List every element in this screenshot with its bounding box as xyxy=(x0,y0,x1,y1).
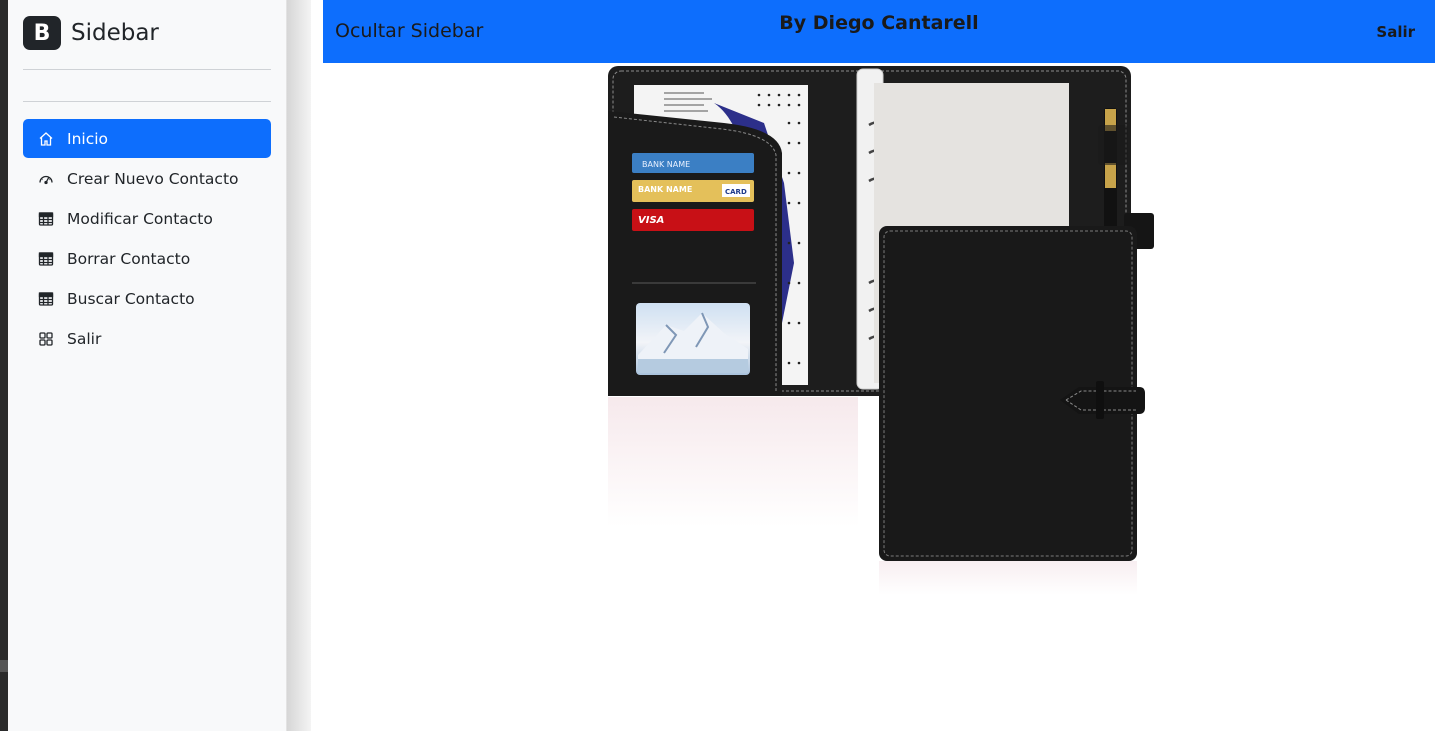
card-label: BANK NAME xyxy=(642,160,690,169)
home-icon xyxy=(38,131,54,147)
sidebar: B Sidebar Inicio Crear Nuevo Contacto Mo… xyxy=(8,0,287,731)
brand-title: Sidebar xyxy=(71,20,159,46)
divider xyxy=(23,69,271,70)
top-navbar: By Diego Cantarell Ocultar Sidebar Salir xyxy=(323,0,1435,63)
window-left-edge xyxy=(0,0,8,731)
sidebar-shadow-gutter xyxy=(287,0,311,731)
sidebar-brand[interactable]: B Sidebar xyxy=(23,16,159,50)
divider xyxy=(23,101,271,102)
sidebar-item-label: Salir xyxy=(67,329,102,348)
sidebar-item-label: Modificar Contacto xyxy=(67,209,213,228)
toggle-sidebar-button[interactable]: Ocultar Sidebar xyxy=(335,20,483,42)
reflection xyxy=(608,397,858,527)
table-icon xyxy=(38,251,54,267)
sidebar-nav: Inicio Crear Nuevo Contacto Modificar Co… xyxy=(23,119,271,359)
sidebar-item-label: Crear Nuevo Contacto xyxy=(67,169,239,188)
reflection xyxy=(879,561,1137,595)
bootstrap-logo-icon: B xyxy=(23,16,61,50)
sidebar-item-buscar-contacto[interactable]: Buscar Contacto xyxy=(23,279,271,318)
sidebar-item-label: Borrar Contacto xyxy=(67,249,191,268)
sidebar-item-label: Inicio xyxy=(67,129,109,148)
sidebar-item-label: Buscar Contacto xyxy=(67,289,195,308)
sidebar-item-inicio[interactable]: Inicio xyxy=(23,119,271,158)
card-label: VISA xyxy=(638,215,664,226)
table-icon xyxy=(38,291,54,307)
grid-icon xyxy=(38,331,54,347)
card-badge: CARD xyxy=(725,188,747,196)
product-image-planner: BANK NAME BANK NAME CARD VISA xyxy=(608,66,1154,595)
edge-marker xyxy=(0,660,8,672)
logout-link[interactable]: Salir xyxy=(1376,23,1415,41)
card-label: BANK NAME xyxy=(638,185,692,194)
sidebar-item-crear-contacto[interactable]: Crear Nuevo Contacto xyxy=(23,159,271,198)
table-icon xyxy=(38,211,54,227)
sidebar-item-borrar-contacto[interactable]: Borrar Contacto xyxy=(23,239,271,278)
speedometer-icon xyxy=(38,171,54,187)
sidebar-item-modificar-contacto[interactable]: Modificar Contacto xyxy=(23,199,271,238)
author-credit: By Diego Cantarell xyxy=(779,12,979,34)
sidebar-item-salir[interactable]: Salir xyxy=(23,319,271,358)
